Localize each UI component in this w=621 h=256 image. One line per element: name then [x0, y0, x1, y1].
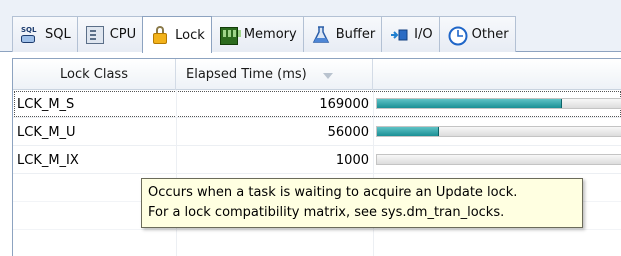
elapsed-time-cell: 56000 — [176, 118, 373, 146]
elapsed-bar-fill — [377, 99, 562, 108]
column-header-lock-class[interactable]: Lock Class — [13, 59, 176, 90]
column-header-elapsed-time[interactable]: Elapsed Time (ms) — [176, 59, 373, 90]
tooltip-line-1: Occurs when a task is waiting to acquire… — [148, 185, 518, 200]
tab-sql[interactable]: SQL SQL — [12, 16, 78, 52]
tab-memory-label: Memory — [243, 27, 297, 42]
tab-lock[interactable]: Lock — [142, 16, 212, 53]
tab-lock-label: Lock — [175, 27, 205, 43]
tab-sql-label: SQL — [45, 27, 71, 42]
sql-database-icon: SQL — [21, 26, 39, 44]
tab-cpu-label: CPU — [109, 27, 137, 42]
tab-io-label: I/O — [414, 27, 433, 42]
tab-buffer[interactable]: Buffer — [302, 16, 383, 52]
elapsed-time-cell: 169000 — [176, 90, 373, 118]
elapsed-time-cell: 1000 — [176, 146, 373, 174]
elapsed-bar-cell — [373, 118, 621, 146]
lock-class-tooltip: Occurs when a task is waiting to acquire… — [141, 178, 583, 228]
io-arrow-icon — [390, 26, 408, 44]
lock-class-cell: LCK_M_IX — [17, 152, 79, 168]
tab-cpu[interactable]: CPU — [76, 16, 144, 52]
column-header-bar[interactable] — [373, 59, 621, 90]
lock-icon — [151, 26, 169, 44]
cpu-icon — [85, 25, 104, 44]
tab-other-label: Other — [471, 27, 509, 42]
clock-icon — [448, 26, 468, 45]
lock-class-cell: LCK_M_U — [17, 124, 76, 140]
grid-rows: LCK_M_S 169000 LCK_M_U 56000 LCK_M_IX 10… — [13, 90, 621, 256]
elapsed-bar-track — [376, 98, 621, 109]
column-header-elapsed-time-label: Elapsed Time (ms) — [186, 67, 307, 82]
table-row[interactable]: LCK_M_IX 1000 — [13, 146, 621, 174]
memory-chip-icon — [219, 27, 241, 45]
tab-buffer-label: Buffer — [335, 27, 376, 42]
table-row[interactable]: LCK_M_U 56000 — [13, 118, 621, 146]
empty-grid-row — [13, 230, 621, 256]
elapsed-bar-fill — [377, 127, 439, 136]
grid-header: Lock Class Elapsed Time (ms) — [13, 59, 621, 90]
sort-descending-icon — [322, 72, 333, 79]
wait-category-tab-strip: SQL SQL CPU Lock Memory Buffer I/O Other — [0, 0, 621, 53]
lock-class-cell: LCK_M_S — [17, 96, 75, 112]
flask-icon — [312, 25, 330, 44]
tooltip-line-2: For a lock compatibility matrix, see sys… — [148, 205, 505, 220]
tab-memory[interactable]: Memory — [210, 16, 304, 52]
tab-other[interactable]: Other — [438, 16, 516, 52]
elapsed-bar-track — [376, 154, 621, 165]
elapsed-bar-cell — [373, 90, 621, 118]
column-header-lock-class-label: Lock Class — [60, 67, 128, 82]
tab-io[interactable]: I/O — [381, 16, 440, 52]
elapsed-bar-cell — [373, 146, 621, 174]
elapsed-bar-track — [376, 126, 621, 137]
table-row[interactable]: LCK_M_S 169000 — [13, 90, 621, 118]
